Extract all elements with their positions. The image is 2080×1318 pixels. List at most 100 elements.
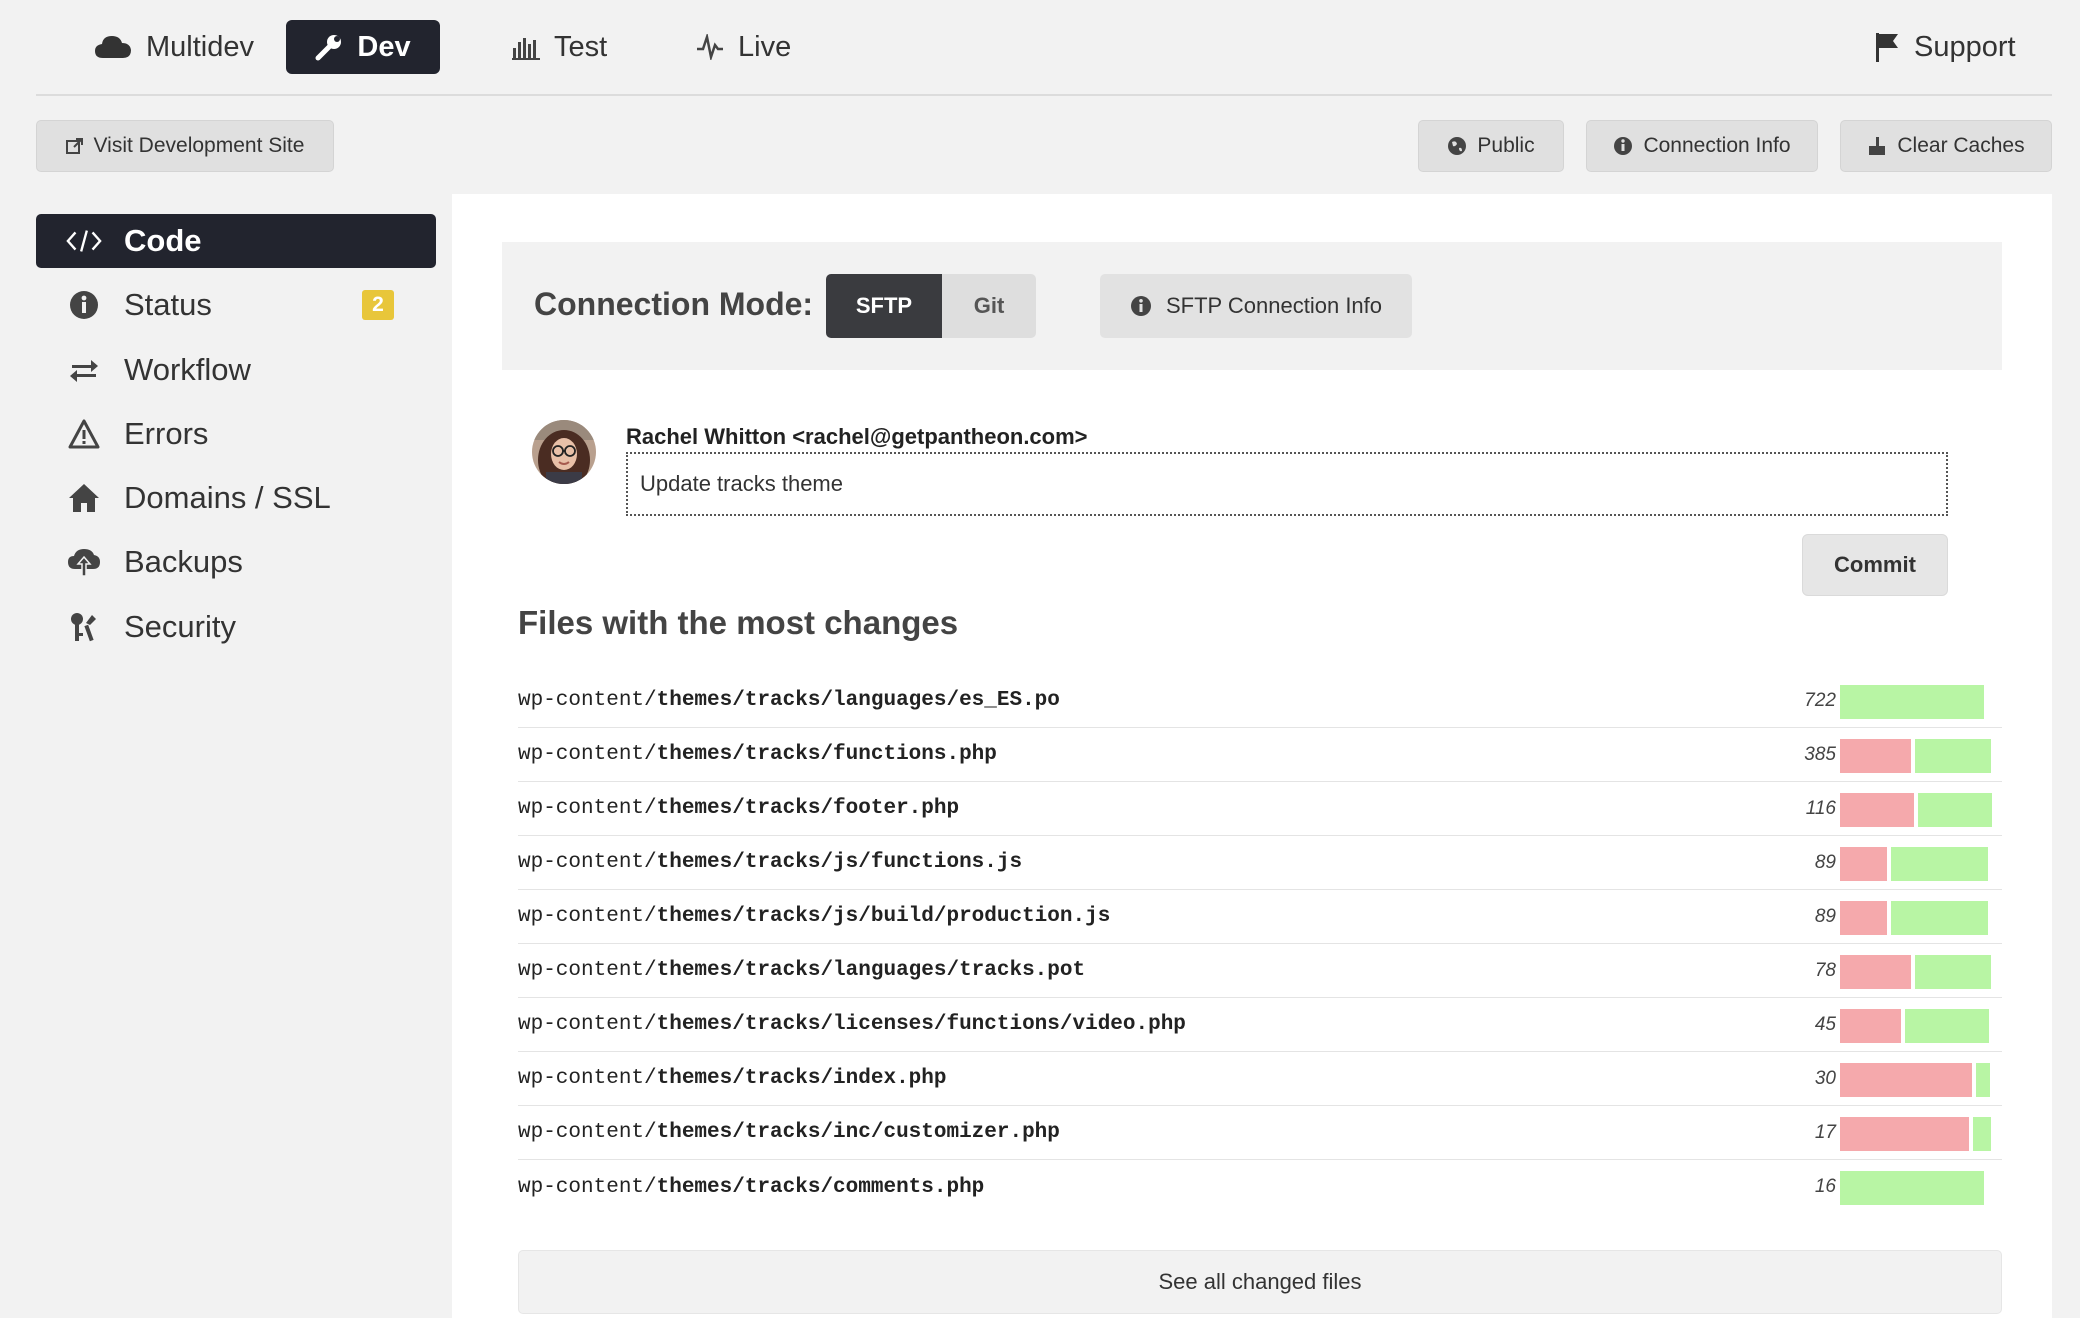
change-count: 45 bbox=[1814, 1013, 1836, 1035]
sftp-mode-button[interactable]: SFTP bbox=[826, 274, 942, 338]
file-path-name: themes/tracks/functions.php bbox=[656, 743, 997, 766]
list-item[interactable]: wp-content/themes/tracks/functions.php 38… bbox=[518, 728, 2002, 782]
sidebar-item-backups[interactable]: Backups bbox=[36, 535, 436, 589]
sidebar-item-code[interactable]: Code bbox=[36, 214, 436, 268]
list-item[interactable]: wp-content/themes/tracks/languages/es_ES… bbox=[518, 674, 2002, 728]
commit-author: Rachel Whitton <rachel@getpantheon.com> bbox=[626, 424, 1088, 449]
change-count: 17 bbox=[1814, 1121, 1836, 1143]
deletions-bar bbox=[1840, 1009, 1901, 1043]
home-icon bbox=[66, 483, 102, 513]
cloud-upload-icon bbox=[66, 547, 102, 577]
globe-icon bbox=[1448, 137, 1467, 155]
connection-mode-box: Connection Mode: SFTP Git SFTP Connectio… bbox=[502, 242, 2002, 370]
change-bar bbox=[1840, 1117, 1992, 1151]
tab-label: Dev bbox=[357, 30, 411, 63]
change-bar bbox=[1840, 847, 1992, 881]
change-count: 89 bbox=[1814, 905, 1836, 927]
tab-live[interactable]: Live bbox=[668, 20, 819, 74]
code-panel: Connection Mode: SFTP Git SFTP Connectio… bbox=[452, 194, 2052, 1318]
deletions-bar bbox=[1840, 1117, 1969, 1151]
connection-info-label: Connection Info bbox=[1643, 134, 1791, 157]
clear-caches-label: Clear Caches bbox=[1897, 134, 2025, 157]
tab-label: Multidev bbox=[146, 30, 254, 63]
sidebar-item-status[interactable]: Status 2 bbox=[36, 278, 436, 332]
sidebar-item-label: Domains / SSL bbox=[124, 480, 331, 515]
commit-message-input[interactable] bbox=[626, 452, 1948, 516]
avatar bbox=[532, 420, 596, 484]
list-item[interactable]: wp-content/themes/tracks/licenses/functi… bbox=[518, 998, 2002, 1052]
exchange-arrows-icon bbox=[66, 357, 102, 383]
file-path: wp-content/themes/tracks/licenses/functi… bbox=[518, 1013, 1186, 1036]
change-bar bbox=[1840, 1063, 1992, 1097]
file-path-prefix: wp-content/ bbox=[518, 743, 657, 766]
file-path-name: themes/tracks/index.php bbox=[656, 1067, 947, 1090]
file-path-prefix: wp-content/ bbox=[518, 1121, 657, 1144]
file-path-prefix: wp-content/ bbox=[518, 905, 657, 928]
file-path-name: themes/tracks/footer.php bbox=[656, 797, 960, 820]
public-label: Public bbox=[1477, 134, 1535, 157]
see-all-label: See all changed files bbox=[1158, 1269, 1362, 1294]
info-circle-icon bbox=[1614, 137, 1633, 155]
sidebar-item-workflow[interactable]: Workflow bbox=[36, 343, 436, 397]
list-item[interactable]: wp-content/themes/tracks/inc/customizer.… bbox=[518, 1106, 2002, 1160]
flag-icon bbox=[1876, 33, 1898, 62]
test-bars-icon bbox=[512, 38, 540, 60]
file-path-prefix: wp-content/ bbox=[518, 797, 657, 820]
commit-label: Commit bbox=[1834, 552, 1916, 577]
change-count: 116 bbox=[1805, 797, 1836, 819]
warning-triangle-icon bbox=[66, 419, 102, 449]
clear-caches-button[interactable]: Clear Caches bbox=[1840, 120, 2052, 172]
tab-multidev[interactable]: Multidev bbox=[66, 20, 282, 74]
file-path: wp-content/themes/tracks/js/build/produc… bbox=[518, 905, 1110, 928]
visit-development-site-button[interactable]: Visit Development Site bbox=[36, 120, 334, 172]
file-path: wp-content/themes/tracks/js/functions.js bbox=[518, 851, 1022, 874]
connection-info-button[interactable]: Connection Info bbox=[1586, 120, 1818, 172]
file-path-prefix: wp-content/ bbox=[518, 1175, 657, 1199]
change-bar bbox=[1840, 955, 1992, 989]
deletions-bar bbox=[1840, 739, 1911, 773]
sidebar-item-errors[interactable]: Errors bbox=[36, 407, 436, 461]
see-all-changed-files-button[interactable]: See all changed files bbox=[518, 1250, 2002, 1314]
environment-nav: Multidev Dev Test Live Support bbox=[36, 0, 2052, 96]
sftp-connection-info-button[interactable]: SFTP Connection Info bbox=[1100, 274, 1412, 338]
change-bar bbox=[1840, 1009, 1992, 1043]
list-item[interactable]: wp-content/themes/tracks/comments.php 16 bbox=[518, 1160, 2002, 1214]
commit-button[interactable]: Commit bbox=[1802, 534, 1948, 596]
cloud-icon bbox=[95, 36, 131, 58]
sidebar-item-domains-ssl[interactable]: Domains / SSL bbox=[36, 471, 436, 525]
file-path-name: themes/tracks/inc/customizer.php bbox=[656, 1121, 1060, 1144]
list-item[interactable]: wp-content/themes/tracks/footer.php 116 bbox=[518, 782, 2002, 836]
file-path-name: themes/tracks/js/functions.js bbox=[656, 851, 1023, 874]
change-count: 89 bbox=[1814, 851, 1836, 873]
connection-mode-label: Connection Mode: bbox=[534, 286, 814, 322]
sftp-label: SFTP bbox=[855, 293, 913, 318]
support-link[interactable]: Support bbox=[1846, 20, 2044, 74]
file-path-prefix: wp-content/ bbox=[518, 1067, 657, 1090]
file-path-prefix: wp-content/ bbox=[518, 689, 657, 712]
additions-bar bbox=[1840, 1171, 1984, 1205]
pulse-icon bbox=[697, 34, 723, 60]
change-bar bbox=[1840, 739, 1992, 773]
sftp-info-label: SFTP Connection Info bbox=[1165, 293, 1383, 318]
file-path-prefix: wp-content/ bbox=[518, 959, 657, 982]
file-path-prefix: wp-content/ bbox=[518, 851, 657, 874]
sidebar-item-security[interactable]: Security bbox=[36, 600, 436, 654]
additions-bar bbox=[1918, 793, 1992, 827]
additions-bar bbox=[1891, 847, 1988, 881]
list-item[interactable]: wp-content/themes/tracks/languages/track… bbox=[518, 944, 2002, 998]
list-item[interactable]: wp-content/themes/tracks/index.php 30 bbox=[518, 1052, 2002, 1106]
additions-bar bbox=[1905, 1009, 1989, 1043]
file-path: wp-content/themes/tracks/index.php bbox=[518, 1067, 946, 1090]
file-path-name: themes/tracks/comments.php bbox=[656, 1175, 985, 1199]
public-button[interactable]: Public bbox=[1418, 120, 1564, 172]
wrench-icon bbox=[315, 35, 342, 61]
git-mode-button[interactable]: Git bbox=[942, 274, 1036, 338]
tab-test[interactable]: Test bbox=[484, 20, 635, 74]
additions-bar bbox=[1915, 955, 1991, 989]
list-item[interactable]: wp-content/themes/tracks/js/functions.js… bbox=[518, 836, 2002, 890]
list-item[interactable]: wp-content/themes/tracks/js/build/produc… bbox=[518, 890, 2002, 944]
tab-dev[interactable]: Dev bbox=[286, 20, 440, 74]
additions-bar bbox=[1973, 1117, 1991, 1151]
sidebar-item-label: Code bbox=[124, 223, 202, 258]
additions-bar bbox=[1976, 1063, 1990, 1097]
